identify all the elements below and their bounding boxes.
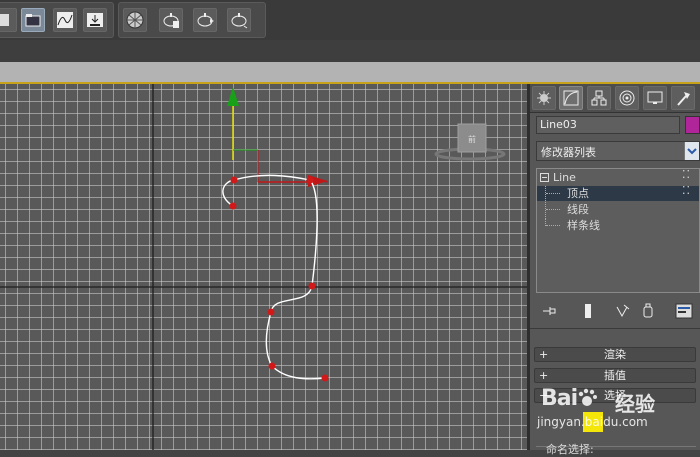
stack-item-line[interactable]: Line ⁚⁚ [537,168,699,185]
toolbar-band [0,40,700,62]
collapse-icon[interactable] [540,173,550,183]
viewport-overlay: 前 [0,84,527,450]
viewcube-icon[interactable]: 前 [434,123,506,161]
remove-modifier-icon[interactable] [638,301,658,321]
stack-dots-icon: ⁚⁚ [682,168,691,181]
stack-item-label: 线段 [567,203,589,216]
spline-vertex[interactable] [321,374,329,382]
pin-stack-icon[interactable] [540,301,560,321]
stack-item-label: Line [553,171,576,184]
render-production-icon[interactable] [193,8,217,32]
curve-editor-icon[interactable] [53,8,77,32]
create-icon[interactable] [532,86,556,110]
spline-vertex[interactable] [308,282,316,290]
stack-item-label: 样条线 [567,219,600,232]
modifier-list-label: 修改器列表 [541,146,596,159]
main-toolbar [0,0,700,41]
modifier-list-dropdown[interactable]: 修改器列表 [536,141,700,161]
spline-line03[interactable] [222,174,326,380]
spline-vertex[interactable] [229,202,237,210]
spline-vertex[interactable] [267,308,275,316]
utilities-icon[interactable] [671,86,695,110]
motion-icon[interactable] [615,86,639,110]
stack-tools [530,298,700,324]
stack-item-spline[interactable]: 样条线 [537,218,699,233]
make-unique-icon[interactable] [614,301,634,321]
object-name-field[interactable]: Line03 [536,116,680,134]
watermark-logo: Bai [541,386,598,411]
modify-icon[interactable] [559,86,583,110]
chevron-down-icon[interactable] [684,142,699,160]
viewport-front[interactable]: 前 [0,84,527,450]
named-selection-label: 命名选择: [546,443,594,456]
stack-dots-icon: ⁚⁚ [682,184,691,197]
command-panel-tabs [530,84,700,113]
object-color-swatch[interactable] [685,116,700,134]
modifier-stack: Line ⁚⁚ 顶点 ⁚⁚ 线段 样条线 [536,168,700,293]
watermark-cn: 经验 [615,392,655,416]
y-axis-arrow-icon [227,87,239,106]
stack-item-vertex[interactable]: 顶点 ⁚⁚ [537,184,699,201]
select-icon[interactable] [0,8,17,32]
hierarchy-icon[interactable] [587,86,611,110]
render-setup-icon[interactable] [83,8,107,32]
configure-modifier-sets-icon[interactable] [674,301,694,321]
material-editor-icon[interactable] [123,8,147,32]
rollout-label: 渲染 [604,348,626,361]
stack-item-label: 顶点 [567,187,589,200]
stack-item-segment[interactable]: 线段 [537,202,699,217]
show-end-result-icon[interactable] [578,301,598,321]
paw-icon [578,388,598,406]
spline-vertex[interactable] [230,176,238,184]
spline-vertex[interactable] [268,362,276,370]
watermark-url: jingyan.baidu.com [537,415,648,429]
display-icon[interactable] [643,86,667,110]
svg-text:前: 前 [468,134,476,144]
toolbar-group-left [0,2,114,38]
rollout-rendering[interactable]: + 渲染 [534,347,696,362]
spline-vertex[interactable] [306,176,314,184]
baidu-watermark: Bai 经验 jingyan.baidu.com [535,370,695,440]
toolbar-group-right [118,2,266,38]
transform-gizmo[interactable] [227,87,330,187]
scene-explorer-icon[interactable] [21,8,45,32]
render-frame-icon[interactable] [159,8,183,32]
viewport-label-strip [0,62,700,84]
render-iterative-icon[interactable] [227,8,251,32]
